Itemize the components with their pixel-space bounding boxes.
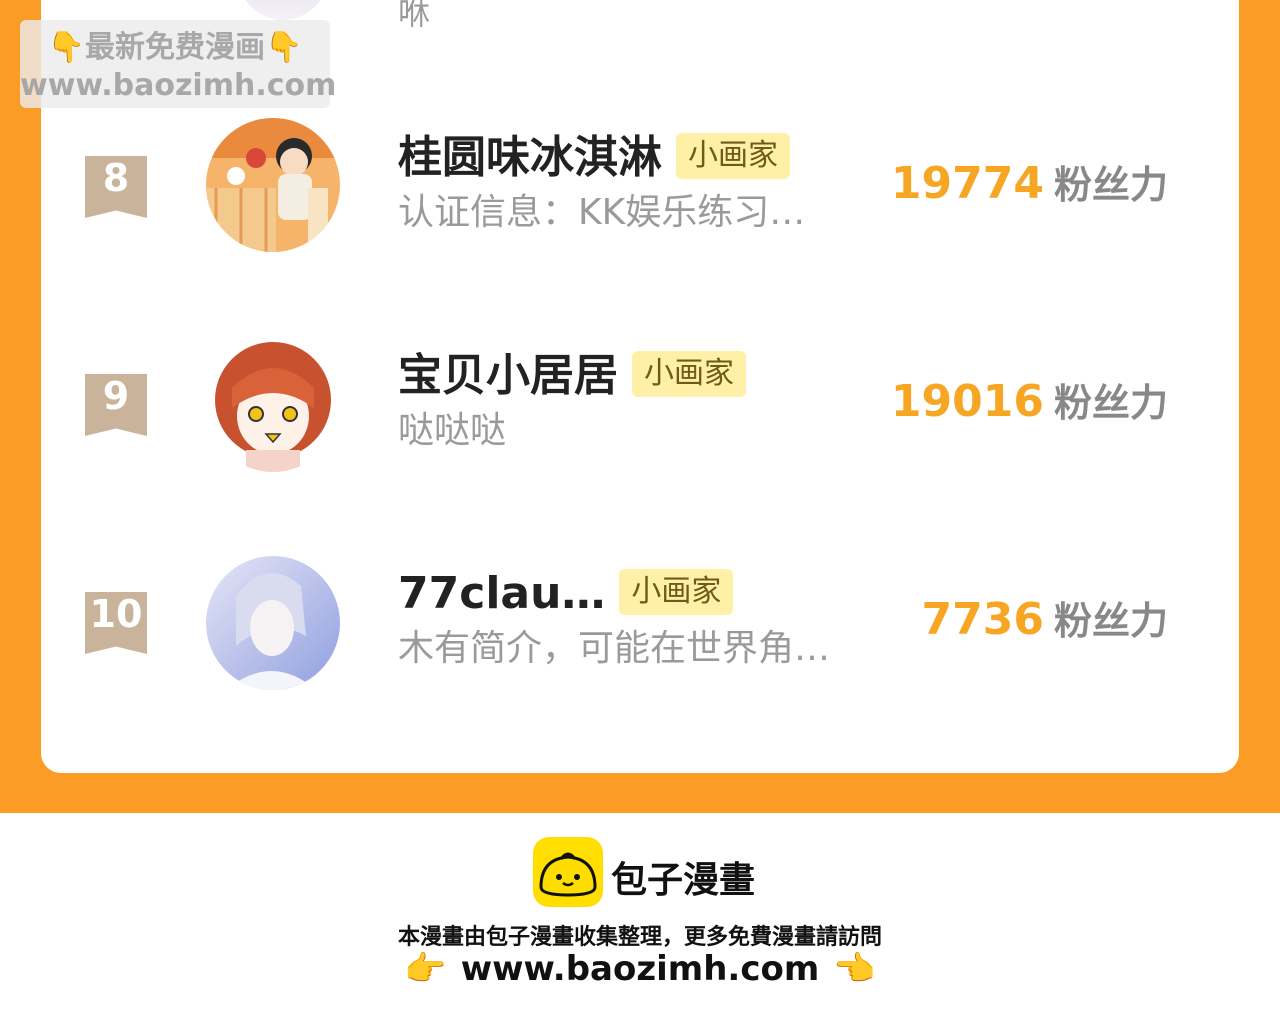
user-name-text: 宝贝小居居: [398, 350, 618, 401]
avatar-illustration: [206, 556, 340, 690]
user-name[interactable]: 宝贝小居居 小画家: [398, 348, 746, 404]
footer: 包子漫畫 本漫畫由包子漫畫收集整理，更多免費漫畫請訪問 👉 www.baozimh…: [0, 813, 1280, 1014]
fans-label: 粉丝力: [1053, 163, 1168, 207]
user-avatar[interactable]: [206, 338, 340, 472]
artist-badge: 小画家: [619, 569, 734, 615]
artist-badge: 小画家: [676, 133, 790, 179]
user-description: 认证信息：KK娱乐练习…: [398, 192, 806, 233]
pointing-down-icon: 👇: [47, 30, 85, 65]
rank-number: 9: [102, 374, 130, 418]
pointing-right-icon: 👉: [404, 949, 447, 989]
fans-number: 19774: [890, 158, 1044, 209]
footer-note: 本漫畫由包子漫畫收集整理，更多免費漫畫請訪問: [397, 925, 882, 950]
user-name-text: 桂圆味冰淇淋: [398, 132, 662, 183]
user-name[interactable]: 桂圆味冰淇淋 小画家: [398, 130, 790, 186]
footer-url-link[interactable]: www.baozimh.com: [461, 949, 820, 989]
watermark-line1: 👇最新免费漫画👇: [20, 28, 330, 68]
rank-number: 10: [89, 592, 143, 636]
user-description: 哒哒哒: [398, 410, 507, 451]
pointing-down-icon: 👇: [265, 30, 303, 65]
user-description: 木有简介，可能在世界角…: [398, 628, 831, 669]
user-avatar[interactable]: [206, 556, 340, 690]
brand-name: 包子漫畫: [611, 860, 756, 901]
previous-row-desc-tail: 咻: [398, 0, 431, 32]
ranking-row[interactable]: 10 77clau… 小画家 木有简介，可能在世界角… 7736 粉丝力: [0, 526, 1280, 726]
ranking-row[interactable]: 8 桂圆味冰淇淋 小画家 认证信息：KK娱乐练习… 19774 粉丝力: [0, 90, 1280, 290]
fans-label: 粉丝力: [1053, 381, 1168, 425]
fans-score: 19774 粉丝力: [891, 156, 1168, 221]
user-avatar[interactable]: [206, 118, 340, 252]
user-name[interactable]: 77clau… 小画家: [398, 566, 734, 622]
watermark-url: www.baozimh.com: [20, 68, 337, 103]
footer-url-line: 👉 www.baozimh.com 👈: [0, 949, 1280, 989]
fans-score: 19016 粉丝力: [891, 374, 1168, 439]
fans-number: 7736: [921, 594, 1044, 645]
rank-number: 8: [102, 156, 130, 200]
artist-badge: 小画家: [632, 351, 746, 397]
user-name-text: 77clau…: [398, 568, 606, 619]
watermark-text: 最新免费漫画: [85, 30, 265, 65]
ranking-row[interactable]: 9 宝贝小居居 小画家 哒哒哒 19016 粉丝力: [0, 308, 1280, 508]
avatar-illustration: [206, 118, 340, 252]
bun-logo-graphic: [539, 852, 597, 897]
site-watermark: 👇最新免费漫画👇 www.baozimh.com: [20, 20, 337, 108]
avatar-illustration: [206, 338, 340, 472]
fans-number: 19016: [890, 376, 1044, 427]
fans-label: 粉丝力: [1053, 599, 1168, 643]
bun-logo-icon: [533, 837, 603, 907]
fans-score: 7736 粉丝力: [922, 592, 1168, 657]
pointing-left-icon: 👈: [833, 949, 876, 989]
